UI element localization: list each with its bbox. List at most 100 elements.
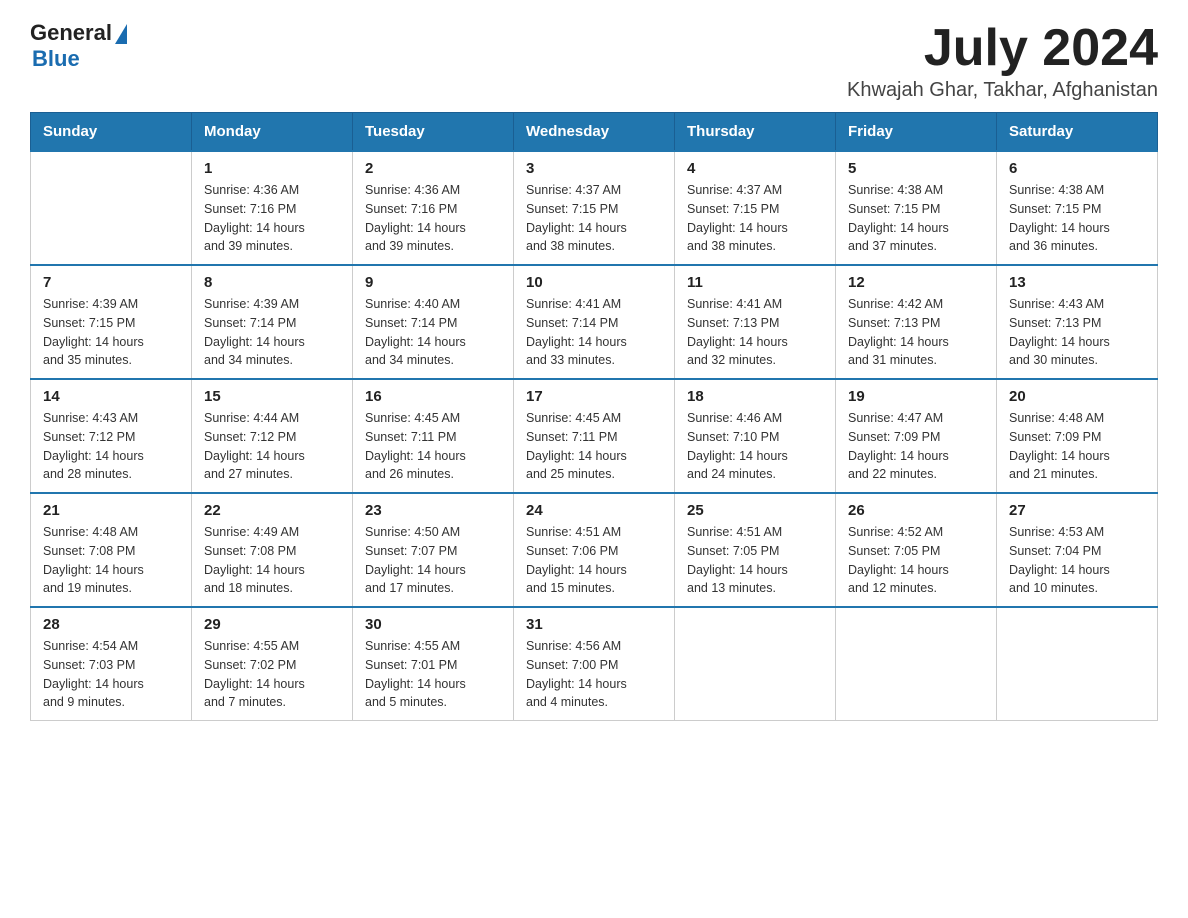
- day-number: 15: [204, 388, 340, 405]
- title-area: July 2024 Khwajah Ghar, Takhar, Afghanis…: [847, 20, 1158, 102]
- day-info: Sunrise: 4:45 AM Sunset: 7:11 PM Dayligh…: [365, 409, 501, 484]
- day-info: Sunrise: 4:37 AM Sunset: 7:15 PM Dayligh…: [526, 181, 662, 256]
- page-header: General Blue July 2024 Khwajah Ghar, Tak…: [30, 20, 1158, 102]
- calendar-cell: 31 Sunrise: 4:56 AM Sunset: 7:00 PM Dayli…: [514, 607, 675, 721]
- day-number: 31: [526, 616, 662, 633]
- day-info: Sunrise: 4:40 AM Sunset: 7:14 PM Dayligh…: [365, 295, 501, 370]
- calendar-cell: [31, 151, 192, 265]
- calendar-cell: 28 Sunrise: 4:54 AM Sunset: 7:03 PM Dayli…: [31, 607, 192, 721]
- calendar-cell: 14Sunrise: 4:43 AM Sunset: 7:12 PM Dayli…: [31, 379, 192, 493]
- day-info: Sunrise: 4:37 AM Sunset: 7:15 PM Dayligh…: [687, 181, 823, 256]
- day-number: 11: [687, 274, 823, 291]
- calendar-cell: 13Sunrise: 4:43 AM Sunset: 7:13 PM Dayli…: [997, 265, 1158, 379]
- calendar-cell: 5Sunrise: 4:38 AM Sunset: 7:15 PM Daylig…: [836, 151, 997, 265]
- calendar-cell: [836, 607, 997, 721]
- calendar-cell: 30 Sunrise: 4:55 AM Sunset: 7:01 PM Dayli…: [353, 607, 514, 721]
- header-wednesday: Wednesday: [514, 113, 675, 152]
- calendar-cell: 2Sunrise: 4:36 AM Sunset: 7:16 PM Daylig…: [353, 151, 514, 265]
- day-number: 29: [204, 616, 340, 633]
- day-info: Sunrise: 4:55 AM Sunset: 7:02 PM Dayligh…: [204, 637, 340, 712]
- logo-blue: Blue: [32, 46, 80, 72]
- day-info: Sunrise: 4:52 AM Sunset: 7:05 PM Dayligh…: [848, 523, 984, 598]
- calendar-header-row: SundayMondayTuesdayWednesdayThursdayFrid…: [31, 113, 1158, 152]
- day-number: 19: [848, 388, 984, 405]
- calendar-cell: 26 Sunrise: 4:52 AM Sunset: 7:05 PM Dayli…: [836, 493, 997, 607]
- day-info: Sunrise: 4:56 AM Sunset: 7:00 PM Dayligh…: [526, 637, 662, 712]
- calendar-week-1: 1Sunrise: 4:36 AM Sunset: 7:16 PM Daylig…: [31, 151, 1158, 265]
- day-info: Sunrise: 4:38 AM Sunset: 7:15 PM Dayligh…: [1009, 181, 1145, 256]
- header-sunday: Sunday: [31, 113, 192, 152]
- day-number: 2: [365, 160, 501, 177]
- day-info: Sunrise: 4:41 AM Sunset: 7:14 PM Dayligh…: [526, 295, 662, 370]
- day-number: 4: [687, 160, 823, 177]
- day-number: 21: [43, 502, 179, 519]
- day-number: 26: [848, 502, 984, 519]
- header-tuesday: Tuesday: [353, 113, 514, 152]
- calendar-cell: 10 Sunrise: 4:41 AM Sunset: 7:14 PM Dayli…: [514, 265, 675, 379]
- logo: General Blue: [30, 20, 127, 72]
- calendar-cell: 6 Sunrise: 4:38 AM Sunset: 7:15 PM Daylig…: [997, 151, 1158, 265]
- calendar-cell: 24 Sunrise: 4:51 AM Sunset: 7:06 PM Dayli…: [514, 493, 675, 607]
- day-info: Sunrise: 4:51 AM Sunset: 7:06 PM Dayligh…: [526, 523, 662, 598]
- calendar-cell: 21 Sunrise: 4:48 AM Sunset: 7:08 PM Dayli…: [31, 493, 192, 607]
- calendar-cell: [675, 607, 836, 721]
- logo-general: General: [30, 20, 112, 46]
- day-info: Sunrise: 4:49 AM Sunset: 7:08 PM Dayligh…: [204, 523, 340, 598]
- day-info: Sunrise: 4:54 AM Sunset: 7:03 PM Dayligh…: [43, 637, 179, 712]
- calendar-table: SundayMondayTuesdayWednesdayThursdayFrid…: [30, 112, 1158, 721]
- day-number: 18: [687, 388, 823, 405]
- calendar-cell: 23 Sunrise: 4:50 AM Sunset: 7:07 PM Dayli…: [353, 493, 514, 607]
- page-title: July 2024: [847, 20, 1158, 77]
- day-number: 20: [1009, 388, 1145, 405]
- day-number: 6: [1009, 160, 1145, 177]
- calendar-cell: 8 Sunrise: 4:39 AM Sunset: 7:14 PM Daylig…: [192, 265, 353, 379]
- calendar-cell: 18 Sunrise: 4:46 AM Sunset: 7:10 PM Dayli…: [675, 379, 836, 493]
- calendar-cell: 15 Sunrise: 4:44 AM Sunset: 7:12 PM Dayli…: [192, 379, 353, 493]
- calendar-cell: 7 Sunrise: 4:39 AM Sunset: 7:15 PM Daylig…: [31, 265, 192, 379]
- day-number: 24: [526, 502, 662, 519]
- calendar-cell: 29 Sunrise: 4:55 AM Sunset: 7:02 PM Dayli…: [192, 607, 353, 721]
- day-info: Sunrise: 4:51 AM Sunset: 7:05 PM Dayligh…: [687, 523, 823, 598]
- day-info: Sunrise: 4:46 AM Sunset: 7:10 PM Dayligh…: [687, 409, 823, 484]
- calendar-cell: 9Sunrise: 4:40 AM Sunset: 7:14 PM Daylig…: [353, 265, 514, 379]
- calendar-cell: 25 Sunrise: 4:51 AM Sunset: 7:05 PM Dayli…: [675, 493, 836, 607]
- calendar-cell: 19 Sunrise: 4:47 AM Sunset: 7:09 PM Dayli…: [836, 379, 997, 493]
- day-info: Sunrise: 4:55 AM Sunset: 7:01 PM Dayligh…: [365, 637, 501, 712]
- header-thursday: Thursday: [675, 113, 836, 152]
- day-number: 3: [526, 160, 662, 177]
- day-info: Sunrise: 4:48 AM Sunset: 7:08 PM Dayligh…: [43, 523, 179, 598]
- day-number: 28: [43, 616, 179, 633]
- day-info: Sunrise: 4:53 AM Sunset: 7:04 PM Dayligh…: [1009, 523, 1145, 598]
- day-info: Sunrise: 4:41 AM Sunset: 7:13 PM Dayligh…: [687, 295, 823, 370]
- day-info: Sunrise: 4:39 AM Sunset: 7:15 PM Dayligh…: [43, 295, 179, 370]
- day-info: Sunrise: 4:42 AM Sunset: 7:13 PM Dayligh…: [848, 295, 984, 370]
- calendar-cell: 12 Sunrise: 4:42 AM Sunset: 7:13 PM Dayli…: [836, 265, 997, 379]
- calendar-week-3: 14Sunrise: 4:43 AM Sunset: 7:12 PM Dayli…: [31, 379, 1158, 493]
- day-number: 10: [526, 274, 662, 291]
- day-number: 27: [1009, 502, 1145, 519]
- calendar-cell: 17Sunrise: 4:45 AM Sunset: 7:11 PM Dayli…: [514, 379, 675, 493]
- day-number: 30: [365, 616, 501, 633]
- day-info: Sunrise: 4:43 AM Sunset: 7:13 PM Dayligh…: [1009, 295, 1145, 370]
- day-number: 12: [848, 274, 984, 291]
- day-number: 25: [687, 502, 823, 519]
- day-info: Sunrise: 4:47 AM Sunset: 7:09 PM Dayligh…: [848, 409, 984, 484]
- day-number: 14: [43, 388, 179, 405]
- day-number: 7: [43, 274, 179, 291]
- day-number: 23: [365, 502, 501, 519]
- day-info: Sunrise: 4:50 AM Sunset: 7:07 PM Dayligh…: [365, 523, 501, 598]
- day-number: 16: [365, 388, 501, 405]
- day-number: 5: [848, 160, 984, 177]
- day-number: 8: [204, 274, 340, 291]
- day-info: Sunrise: 4:48 AM Sunset: 7:09 PM Dayligh…: [1009, 409, 1145, 484]
- day-info: Sunrise: 4:39 AM Sunset: 7:14 PM Dayligh…: [204, 295, 340, 370]
- header-monday: Monday: [192, 113, 353, 152]
- calendar-week-5: 28 Sunrise: 4:54 AM Sunset: 7:03 PM Dayli…: [31, 607, 1158, 721]
- day-info: Sunrise: 4:44 AM Sunset: 7:12 PM Dayligh…: [204, 409, 340, 484]
- day-info: Sunrise: 4:36 AM Sunset: 7:16 PM Dayligh…: [204, 181, 340, 256]
- calendar-cell: 11 Sunrise: 4:41 AM Sunset: 7:13 PM Dayli…: [675, 265, 836, 379]
- page-subtitle: Khwajah Ghar, Takhar, Afghanistan: [847, 79, 1158, 102]
- day-info: Sunrise: 4:45 AM Sunset: 7:11 PM Dayligh…: [526, 409, 662, 484]
- calendar-cell: 1Sunrise: 4:36 AM Sunset: 7:16 PM Daylig…: [192, 151, 353, 265]
- calendar-cell: 22Sunrise: 4:49 AM Sunset: 7:08 PM Dayli…: [192, 493, 353, 607]
